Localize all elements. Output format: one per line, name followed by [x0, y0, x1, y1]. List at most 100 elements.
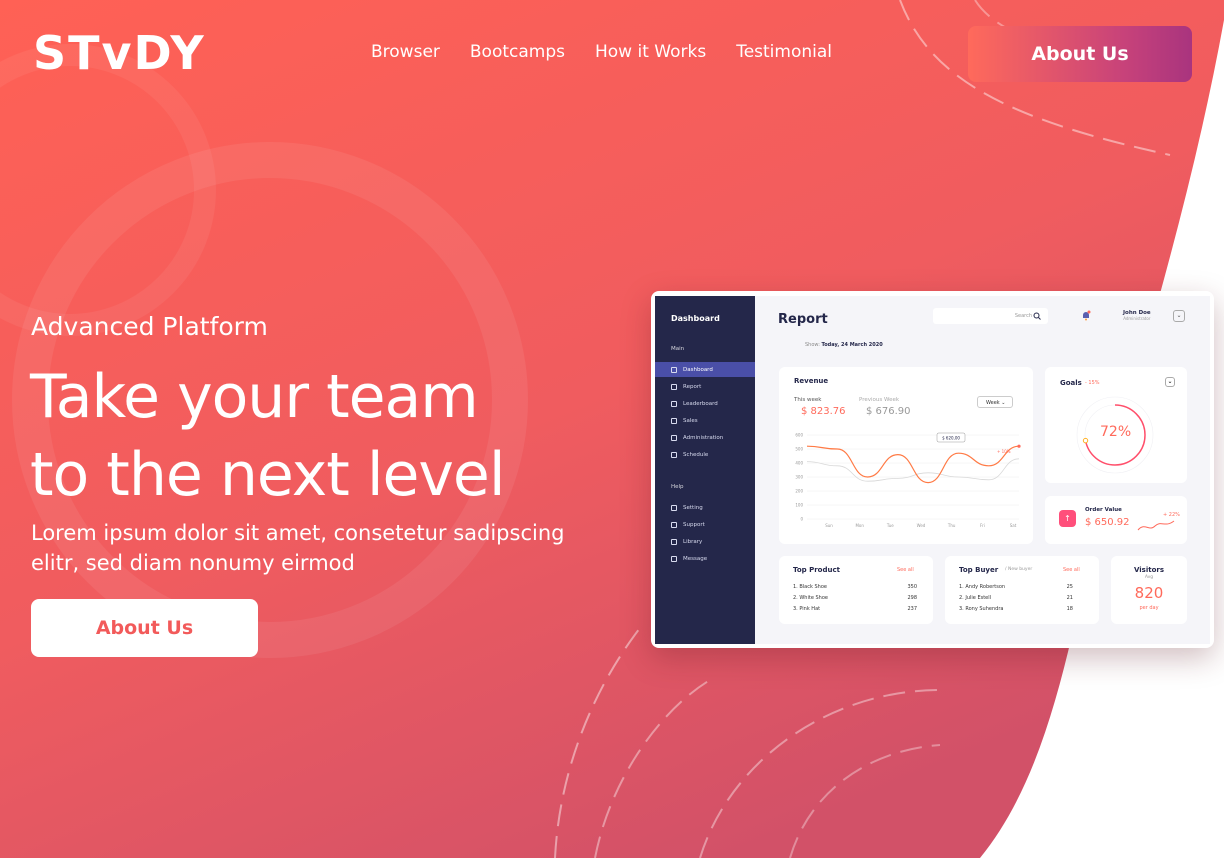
sidebar-item-leaderboard[interactable]: Leaderboard: [655, 396, 755, 411]
row-label: 3. Pink Hat: [793, 606, 821, 612]
about-us-hero-button[interactable]: About Us: [31, 599, 258, 657]
visitors-value: 820: [1134, 584, 1164, 602]
previous-week-value: $ 676.90: [866, 406, 911, 417]
row-label: 1. Black Shoe: [793, 584, 827, 590]
chevron-down-icon[interactable]: ⌄: [1173, 310, 1185, 322]
goals-change: - 15%: [1085, 380, 1100, 386]
calendar-icon: [671, 451, 677, 458]
top-product-row: 2. White Shoe 298: [793, 595, 917, 601]
order-value-title: Order Value: [1085, 507, 1122, 513]
revenue-line-chart: 0 100 200 300 400 500 600 Sun Mon Tue Wed Thu Fri Sat…: [795, 432, 1021, 528]
show-value: Today, 24 March 2020: [821, 342, 883, 348]
logo[interactable]: STvDY: [33, 22, 206, 84]
top-buyer-see-all-link[interactable]: See all: [1063, 567, 1080, 573]
sidebar-item-report[interactable]: Report: [655, 379, 755, 394]
this-week-label: This week: [794, 397, 822, 403]
y-tick-label: 100: [795, 503, 803, 508]
dashboard-main: Report Search John Doe Administrator ⌄ Sh…: [755, 296, 1210, 644]
headline-line-2: to the next level: [30, 440, 506, 510]
grid-icon: [671, 366, 677, 373]
chart-tooltip: $ 620,00: [936, 432, 966, 443]
folder-icon: [671, 538, 677, 545]
hero-eyebrow: Advanced Platform: [31, 312, 268, 341]
series-end-point: [1017, 444, 1021, 448]
sidebar-item-label: Library: [683, 538, 703, 545]
goals-chevron-icon[interactable]: ⌄: [1165, 377, 1175, 387]
tooltip-value: $ 620,00: [942, 436, 960, 441]
user-profile[interactable]: John Doe Administrator: [1123, 310, 1151, 321]
nav-link-testimonial[interactable]: Testimonial: [736, 42, 832, 62]
about-us-header-button[interactable]: About Us: [968, 26, 1192, 82]
revenue-change-label: + 10%: [997, 449, 1011, 454]
main-nav: Browser Bootcamps How it Works Testimoni…: [371, 42, 832, 62]
y-tick-label: 400: [795, 461, 803, 466]
sidebar-section-main: Main: [671, 346, 685, 352]
sidebar-item-sales[interactable]: Sales: [655, 413, 755, 428]
dashboard-sidebar: Dashboard Main Dashboard Report Leaderbo…: [655, 296, 755, 644]
arrow-up-icon: ↑: [1059, 510, 1076, 527]
sidebar-item-label: Report: [683, 383, 702, 390]
top-product-row: 1. Black Shoe 350: [793, 584, 917, 590]
previous-week-label: Previous Week: [859, 397, 900, 403]
row-label: 1. Andy Robertson: [959, 584, 1006, 590]
nav-link-browser[interactable]: Browser: [371, 42, 440, 62]
x-tick-label: Wed: [917, 523, 926, 528]
top-buyer-subtitle: / New buyer: [1005, 567, 1033, 572]
goals-card: Goals - 15% ⌄ 72%: [1045, 367, 1187, 483]
dashboard-brand: Dashboard: [671, 314, 720, 323]
row-label: 3. Rony Suhendra: [959, 606, 1004, 612]
search-icon: [1033, 312, 1041, 320]
sidebar-item-message[interactable]: Message: [655, 551, 755, 566]
dashboard-search-input[interactable]: Search: [933, 308, 1048, 324]
sidebar-item-label: Setting: [683, 504, 703, 511]
headline-line-1: Take your team: [30, 362, 479, 432]
sidebar-item-administration[interactable]: Administration: [655, 430, 755, 445]
row-label: 2. Julie Estell: [959, 595, 992, 601]
sidebar-item-label: Dashboard: [683, 366, 713, 373]
visitors-title: Visitors: [1133, 566, 1165, 574]
x-tick-label: Mon: [855, 523, 864, 528]
visitors-period[interactable]: per day: [1111, 605, 1187, 611]
sidebar-item-dashboard[interactable]: Dashboard: [655, 362, 755, 377]
order-value-card: ↑ Order Value $ 650.92 + 22%: [1045, 496, 1187, 544]
search-placeholder: Search: [1014, 313, 1032, 319]
bell-icon[interactable]: [1081, 310, 1091, 321]
top-product-see-all-link[interactable]: See all: [897, 567, 914, 573]
users-icon: [671, 521, 677, 528]
period-value: Week: [986, 400, 1000, 406]
row-value: 350: [907, 584, 917, 590]
row-value: 21: [1066, 595, 1073, 601]
order-value-amount: $ 650.92: [1085, 517, 1130, 528]
y-tick-label: 300: [795, 475, 803, 480]
revenue-title: Revenue: [794, 377, 829, 385]
top-product-title: Top Product: [793, 566, 840, 574]
x-tick-label: Sun: [825, 523, 833, 528]
sidebar-item-schedule[interactable]: Schedule: [655, 447, 755, 462]
nav-link-how-it-works[interactable]: How it Works: [595, 42, 706, 62]
hero-headline: Take your team to the next level: [30, 358, 590, 514]
gear-icon: [671, 504, 677, 511]
row-value: 237: [907, 606, 917, 612]
row-label: 2. White Shoe: [793, 595, 828, 601]
clipboard-icon: [671, 400, 677, 407]
sidebar-item-support[interactable]: Support: [655, 517, 755, 532]
user-role: Administrator: [1123, 316, 1151, 321]
top-buyer-row: 1. Andy Robertson 25: [959, 584, 1073, 590]
sidebar-section-help: Help: [671, 484, 684, 490]
goals-percent: 72%: [1100, 424, 1132, 440]
sidebar-item-setting[interactable]: Setting: [655, 500, 755, 515]
sidebar-item-label: Support: [683, 521, 705, 528]
sidebar-item-label: Leaderboard: [683, 400, 718, 407]
top-buyer-row: 2. Julie Estell 21: [959, 595, 1073, 601]
x-tick-label: Fri: [980, 523, 985, 528]
period-select[interactable]: Week ⌄: [977, 396, 1013, 408]
nav-link-bootcamps[interactable]: Bootcamps: [470, 42, 565, 62]
x-tick-label: Tue: [886, 523, 894, 528]
sidebar-item-library[interactable]: Library: [655, 534, 755, 549]
date-filter[interactable]: Show: Today, 24 March 2020: [805, 342, 883, 348]
goals-title: Goals: [1060, 379, 1082, 387]
show-label: Show:: [805, 342, 820, 348]
y-tick-label: 200: [795, 489, 803, 494]
row-value: 298: [907, 595, 917, 601]
visitors-card: Visitors Avg 820 per day: [1111, 556, 1187, 624]
